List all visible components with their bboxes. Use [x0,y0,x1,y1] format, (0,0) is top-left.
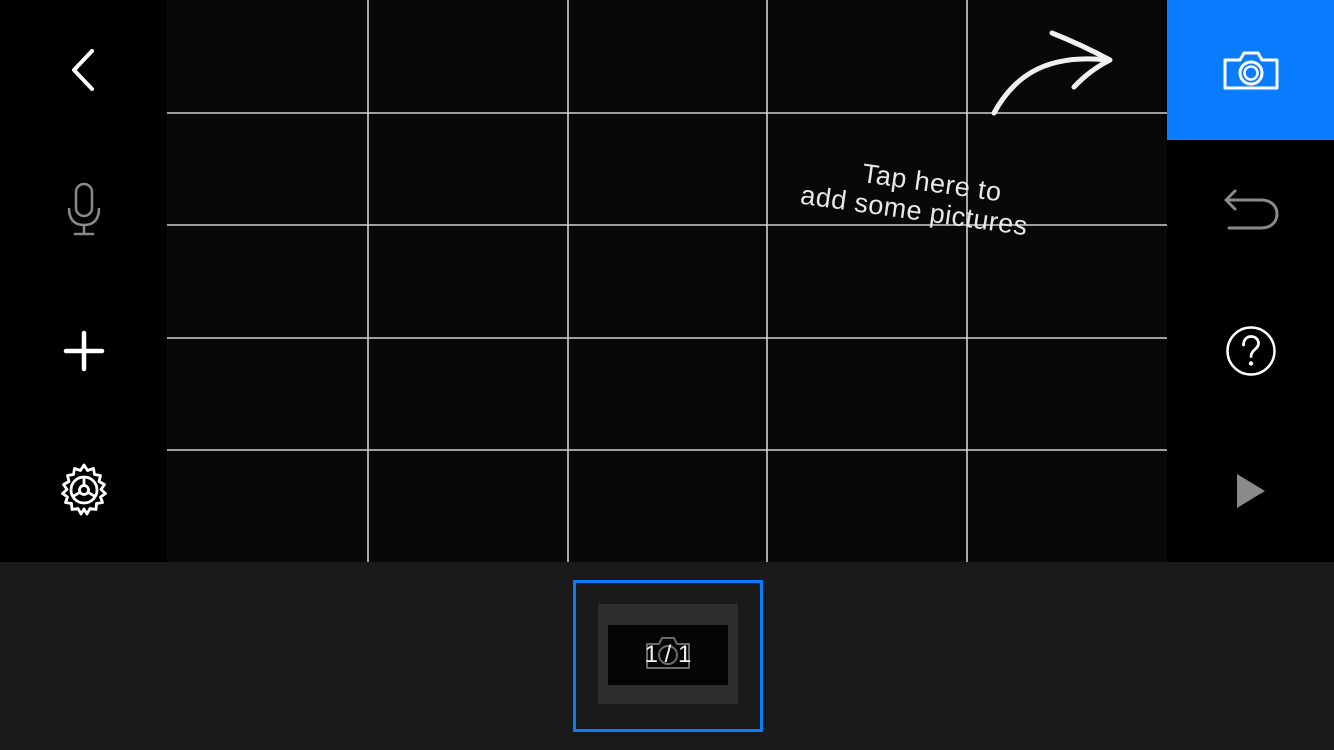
help-button[interactable] [1167,281,1334,421]
back-button[interactable] [0,0,167,140]
add-button[interactable] [0,281,167,421]
settings-button[interactable] [0,421,167,561]
chevron-left-icon [71,49,94,91]
stop-motion-app: Tap here to add some pictures 1 / 1 [0,0,1334,750]
capture-button[interactable] [1167,0,1334,140]
frame-preview: 1 / 1 [598,604,738,704]
camera-viewfinder[interactable]: Tap here to add some pictures [167,0,1167,562]
undo-icon [1224,189,1279,230]
microphone-icon [67,182,100,236]
camera-icon [1223,51,1278,90]
play-icon [1236,474,1265,508]
help-icon [1225,326,1276,376]
gear-icon [60,463,107,516]
play-button[interactable] [1167,421,1334,561]
frame-preview-inner: 1 / 1 [608,625,728,685]
left-toolbar [0,0,167,562]
frame-counter: 1 / 1 [644,641,692,668]
frame-thumbnail-selected[interactable]: 1 / 1 [573,580,763,732]
right-toolbar [1167,0,1334,562]
filmstrip: 1 / 1 [0,562,1334,750]
plus-icon [63,330,104,372]
undo-button[interactable] [1167,140,1334,280]
curved-arrow-icon [991,30,1113,116]
microphone-button[interactable] [0,140,167,280]
